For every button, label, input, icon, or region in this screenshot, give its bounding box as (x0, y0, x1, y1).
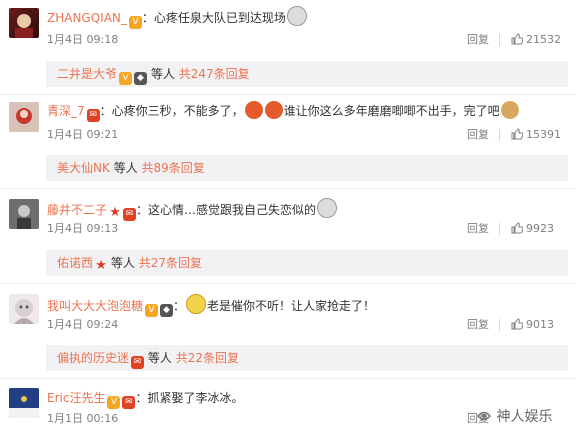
divider (499, 129, 500, 141)
reply-button[interactable]: 回复 (467, 222, 489, 236)
level-badge-icon: ◆ (160, 304, 174, 317)
level-badge-icon: ◆ (134, 72, 148, 85)
replies-summary[interactable]: 美大仙NK 等人 共89条回复 (46, 155, 568, 181)
reply-users[interactable]: 佑诺西 (57, 256, 93, 270)
avatar[interactable] (9, 8, 39, 38)
username[interactable]: 青深_7 (47, 104, 85, 118)
logo-icon (477, 411, 491, 421)
avatar[interactable] (9, 102, 39, 132)
member-badge-icon: ✉ (123, 208, 137, 221)
reply-users[interactable]: 二井是大爷 (57, 67, 117, 81)
vip-badge-icon: V (119, 72, 133, 85)
angry-face-emoji-icon (244, 101, 263, 119)
comment-line: 青深_7 ✉ ：心疼你三秒，不能多了， 谁让你这么多年磨磨唧唧不出手，完了吧 (47, 101, 520, 122)
comment-date: 1月1日 00:16 (47, 412, 119, 425)
reply-button[interactable]: 回复 (467, 128, 489, 142)
comment-text: 谁让你这么多年磨磨唧唧不出手，完了吧 (283, 104, 500, 118)
avatar[interactable] (9, 388, 39, 418)
comment-text: ：抓紧娶了李冰冰。 (135, 391, 244, 405)
comment-text: ：心疼你三秒，不能多了， (99, 104, 244, 118)
comment-text: ：心疼任泉大队已到达现场 (141, 11, 286, 25)
comment-line: ZHANGQIAN_ V ：心疼任泉大队已到达现场 (47, 6, 308, 29)
like-button[interactable]: 21532 (511, 33, 561, 47)
reply-button[interactable]: 回复 (467, 33, 489, 47)
replies-summary[interactable]: 佑诺西 ★ 等人 共27条回复 (46, 250, 568, 276)
divider (0, 378, 576, 379)
dog-face-emoji-icon (500, 101, 519, 119)
replies-summary[interactable]: 二井是大爷 V ◆ 等人 共247条回复 (46, 61, 568, 87)
username[interactable]: ZHANGQIAN_ (47, 11, 127, 25)
member-badge-icon: ✉ (131, 356, 145, 369)
member-badge-icon: ✉ (86, 109, 100, 122)
watermark: 神人娱乐 (476, 406, 552, 426)
comment-text: ：这心情…感觉跟我自己失恋似的 (136, 203, 317, 217)
like-count: 9013 (526, 318, 554, 331)
watermark-text: 神人娱乐 (496, 409, 553, 425)
username[interactable]: Eric汪先生 (47, 391, 105, 405)
like-count: 21532 (526, 33, 561, 46)
divider (0, 94, 576, 95)
like-button[interactable]: 9013 (511, 318, 554, 332)
vip-badge-icon: V (145, 304, 159, 317)
reply-count[interactable]: 共22条回复 (176, 351, 239, 365)
comment-date: 1月4日 09:18 (47, 33, 119, 46)
star-badge-icon: ★ (95, 258, 107, 273)
comment-line: 藤井不二子 ★ ✉ ：这心情…感觉跟我自己失恋似的 (47, 198, 338, 221)
comment-date: 1月4日 09:13 (47, 222, 119, 235)
vip-badge-icon: V (107, 396, 121, 409)
reply-suffix: 等人 (147, 351, 172, 365)
divider (0, 283, 576, 284)
anxious-face-emoji-icon (186, 294, 207, 314)
comment-line: Eric汪先生 V ✉ ：抓紧娶了李冰冰。 (47, 389, 243, 409)
reply-button[interactable]: 回复 (467, 318, 489, 332)
reply-suffix: 等人 (113, 161, 138, 175)
comment-line: 我叫大大大泡泡糖 V ◆：老是催你不听！让人家抢走了！ (47, 294, 375, 317)
avatar[interactable] (9, 294, 39, 324)
avatar[interactable] (9, 199, 39, 229)
reply-suffix: 等人 (150, 67, 175, 81)
angry-face-emoji-icon (264, 101, 283, 119)
reply-users[interactable]: 美大仙NK (57, 161, 110, 175)
username[interactable]: 我叫大大大泡泡糖 (47, 299, 143, 313)
crying-face-emoji-icon (317, 198, 338, 218)
reply-count[interactable]: 共27条回复 (139, 256, 202, 270)
thumbs-up-icon (511, 318, 523, 330)
replies-summary[interactable]: 偏执的历史迷 ✉ 等人 共22条回复 (46, 345, 568, 371)
like-count: 9923 (526, 222, 554, 235)
star-badge-icon: ★ (109, 205, 121, 220)
thumbs-up-icon (511, 222, 523, 234)
comment-text: 老是催你不听！让人家抢走了！ (207, 299, 376, 313)
like-count: 15391 (526, 128, 561, 141)
divider (499, 319, 500, 331)
comment-date: 1月4日 09:21 (47, 128, 119, 141)
divider (499, 34, 500, 46)
comment-date: 1月4日 09:24 (47, 318, 119, 331)
like-button[interactable]: 9923 (511, 222, 554, 236)
member-badge-icon: ✉ (122, 396, 136, 409)
username[interactable]: 藤井不二子 (47, 203, 107, 217)
reply-count[interactable]: 共247条回复 (179, 67, 250, 81)
thumbs-up-icon (511, 128, 523, 140)
like-button[interactable]: 15391 (511, 128, 561, 142)
reply-suffix: 等人 (110, 256, 135, 270)
divider (499, 223, 500, 235)
divider (0, 188, 576, 189)
thumbs-up-icon (511, 33, 523, 45)
reply-count[interactable]: 共89条回复 (142, 161, 205, 175)
crying-face-emoji-icon (286, 6, 307, 26)
reply-users[interactable]: 偏执的历史迷 (57, 351, 129, 365)
vip-badge-icon: V (128, 16, 142, 29)
